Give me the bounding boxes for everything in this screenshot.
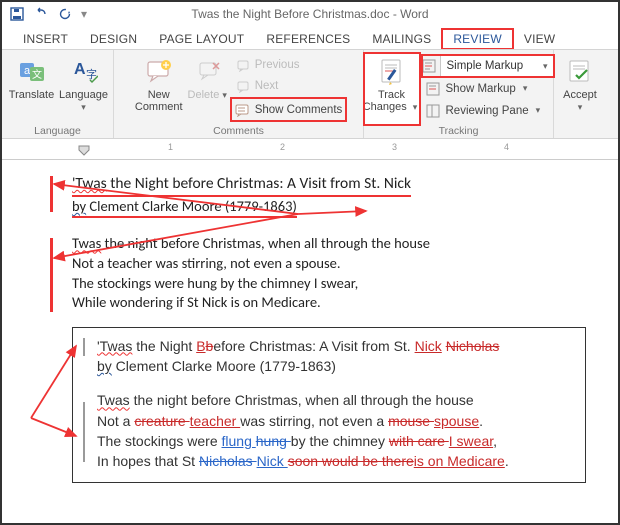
ruler-mark-3: 3 [392,142,397,152]
translate-icon: a文 [18,57,46,85]
chevron-down-icon: ▾ [575,102,586,112]
track-changes-button[interactable]: Track Changes ▾ [364,53,420,125]
window-title: Twas the Night Before Christmas.doc - Wo… [191,7,428,21]
show-comments-icon [235,102,251,118]
svg-text:A: A [74,61,86,78]
ruler-mark-2: 2 [280,142,285,152]
svg-text:文: 文 [32,68,42,81]
group-tracking: Track Changes ▾ Simple Markup▾ Show Mark… [364,50,554,138]
new-comment-icon [145,57,173,85]
group-label-language: Language [2,125,113,137]
document-simple-markup: 'Twas the Night before Christmas: A Visi… [10,174,610,313]
reviewing-pane-icon [426,103,442,119]
chevron-down-icon: ▾ [540,61,551,72]
doc2-byline: by Clement Clarke Moore (1779-1863) [97,356,573,376]
group-comments: New Comment Delete▾ Previous Next Show C… [114,50,364,138]
tab-view[interactable]: VIEW [513,29,566,49]
group-changes: Accept▾ [554,50,606,138]
titlebar: ▾ Twas the Night Before Christmas.doc - … [2,2,618,27]
doc2-line-2: Not a creature teacher was stirring, not… [97,411,573,431]
group-label-tracking: Tracking [364,125,553,137]
change-bar-gray [83,338,85,356]
ribbon: a文 Translate A字 Language ▾ Language New … [2,49,618,139]
chevron-down-icon: ▾ [520,83,531,94]
markup-icon [422,58,440,74]
ruler-mark-1: 1 [168,142,173,152]
show-comments-button[interactable]: Show Comments [231,98,347,121]
track-changes-icon [378,57,406,85]
document-all-markup: 'Twas the Night Bbefore Christmas: A Vis… [72,327,586,483]
group-language: a文 Translate A字 Language ▾ Language [2,50,114,138]
tab-insert[interactable]: INSERT [12,29,79,49]
doc-line-1: Twas the night before Christmas, when al… [72,234,610,254]
doc2-line-3: The stockings were flung hung by the chi… [97,431,573,451]
reviewing-pane-button[interactable]: Reviewing Pane▾ [422,100,554,121]
doc-byline: by Clement Clarke Moore (1779-1863) [72,197,297,219]
indent-marker-icon[interactable] [78,145,92,157]
next-comment-button[interactable]: Next [231,76,347,97]
chevron-down-icon: ▾ [533,105,544,116]
previous-comment-button[interactable]: Previous [231,55,347,76]
chevron-down-icon: ▾ [78,102,89,112]
doc2-title: 'Twas the Night Bbefore Christmas: A Vis… [97,336,573,356]
show-markup-icon [426,81,442,97]
doc2-line-1: Twas the night before Christmas, when al… [97,390,573,410]
tab-mailings[interactable]: MAILINGS [361,29,442,49]
change-bar-gray [83,402,85,462]
doc-line-3: The stockings were hung by the chimney I… [72,274,610,294]
tab-page-layout[interactable]: PAGE LAYOUT [148,29,255,49]
previous-icon [235,57,251,73]
next-icon [235,78,251,94]
annotation-arrows-2 [31,328,71,488]
delete-comment-button[interactable]: Delete▾ [187,53,231,125]
doc-line-2: Not a teacher was stirring, not even a s… [72,254,610,274]
change-bar[interactable] [50,176,53,212]
display-for-review-select[interactable]: Simple Markup▾ [422,55,554,77]
ribbon-tabs: INSERT DESIGN PAGE LAYOUT REFERENCES MAI… [2,27,618,49]
ruler[interactable]: 1 2 3 4 [2,139,618,160]
show-markup-button[interactable]: Show Markup▾ [422,78,554,99]
language-button[interactable]: A字 Language ▾ [58,53,110,125]
save-icon[interactable] [6,4,28,24]
accept-button[interactable]: Accept▾ [554,53,606,125]
change-bar[interactable] [50,238,53,312]
delete-icon [195,57,223,85]
undo-icon[interactable] [30,4,52,24]
ruler-mark-4: 4 [504,142,509,152]
doc-title: 'Twas the Night before Christmas: A Visi… [72,174,411,197]
doc2-line-4: In hopes that St Nicholas Nick soon woul… [97,451,573,471]
tab-references[interactable]: REFERENCES [255,29,361,49]
doc-line-4: While wondering if St Nick is on Medicar… [72,293,610,313]
tab-design[interactable]: DESIGN [79,29,148,49]
group-label-comments: Comments [114,125,363,137]
quick-access-toolbar: ▾ [2,4,90,24]
new-comment-button[interactable]: New Comment [131,53,187,125]
tab-review[interactable]: REVIEW [442,29,513,49]
qat-customize-icon[interactable]: ▾ [78,4,90,24]
chevron-down-icon: ▾ [219,90,230,100]
language-icon: A字 [70,57,98,85]
translate-button[interactable]: a文 Translate [6,53,58,125]
accept-icon [566,57,594,85]
svg-text:a: a [23,65,30,77]
repeat-icon[interactable] [54,4,76,24]
page-area: 'Twas the Night before Christmas: A Visi… [2,160,618,525]
